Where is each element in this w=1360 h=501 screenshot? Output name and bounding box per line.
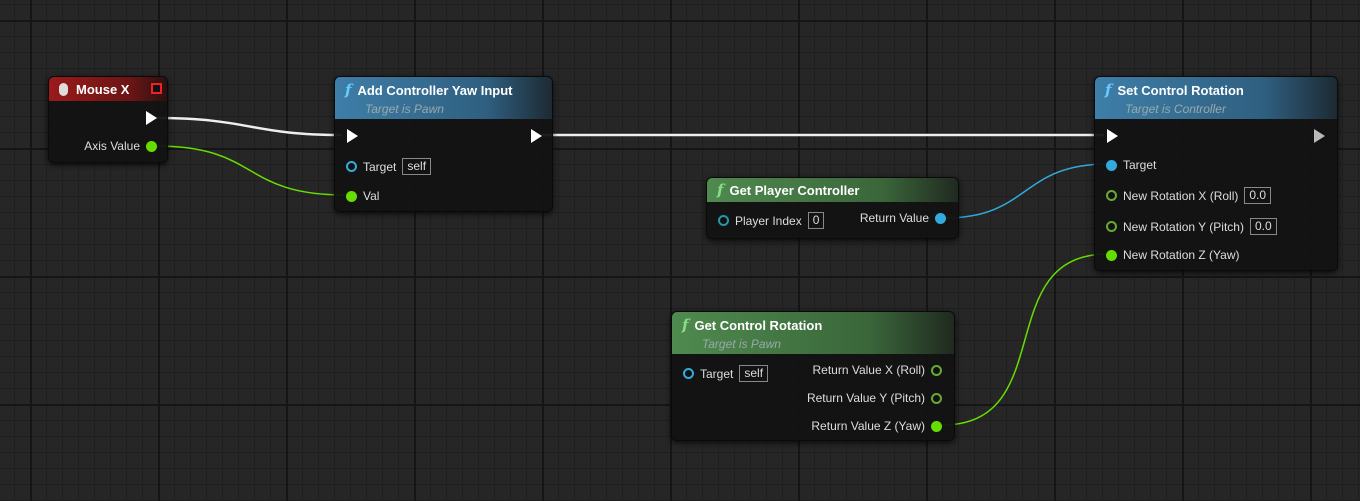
exec-out-pin[interactable] [146, 111, 157, 125]
mouse-icon [59, 83, 68, 96]
exec-in-pin[interactable] [347, 129, 358, 143]
new-rotation-z-pin[interactable]: New Rotation Z (Yaw) [1106, 248, 1239, 262]
function-icon: f [1105, 81, 1112, 99]
node-mouse-x[interactable]: Mouse X Axis Value [48, 76, 168, 163]
float-wire-axis-to-val [155, 145, 346, 196]
player-index-pin[interactable]: Player Index 0 [718, 212, 825, 229]
axis-value-pin[interactable]: Axis Value [84, 139, 157, 153]
exec-in-pin[interactable] [1107, 129, 1118, 143]
node-add-controller-yaw-input[interactable]: f Add Controller Yaw Input Target is Pawn … [334, 76, 553, 212]
function-icon: f [717, 181, 724, 199]
new-rotation-y-pin[interactable]: New Rotation Y (Pitch) 0.0 [1106, 218, 1277, 235]
function-icon: f [345, 81, 352, 99]
val-pin[interactable]: Val [346, 189, 379, 203]
exec-wire-mouse-to-yaw [155, 116, 343, 137]
object-wire-controller-to-target [944, 163, 1109, 219]
return-value-y-pin[interactable]: Return Value Y (Pitch) [807, 391, 942, 405]
node-get-control-rotation[interactable]: f Get Control Rotation Target is Pawn Targ… [671, 311, 955, 441]
new-rotation-x-pin[interactable]: New Rotation X (Roll) 0.0 [1106, 187, 1272, 204]
exec-out-pin[interactable] [531, 129, 542, 143]
breakpoint-icon[interactable] [151, 83, 162, 94]
node-set-control-rotation[interactable]: f Set Control Rotation Target is Controlle… [1094, 76, 1338, 271]
target-pin[interactable]: Target self [683, 365, 769, 382]
return-value-z-pin[interactable]: Return Value Z (Yaw) [811, 419, 942, 433]
exec-out-pin[interactable] [1314, 129, 1325, 143]
float-wire-z-to-z [941, 253, 1109, 426]
return-value-x-pin[interactable]: Return Value X (Roll) [813, 363, 942, 377]
target-pin[interactable]: Target self [346, 158, 432, 175]
node-get-player-controller[interactable]: f Get Player Controller Player Index 0 Ret… [706, 177, 959, 239]
function-icon: f [682, 316, 689, 334]
target-pin[interactable]: Target [1106, 158, 1156, 172]
return-value-pin[interactable]: Return Value [860, 211, 946, 225]
